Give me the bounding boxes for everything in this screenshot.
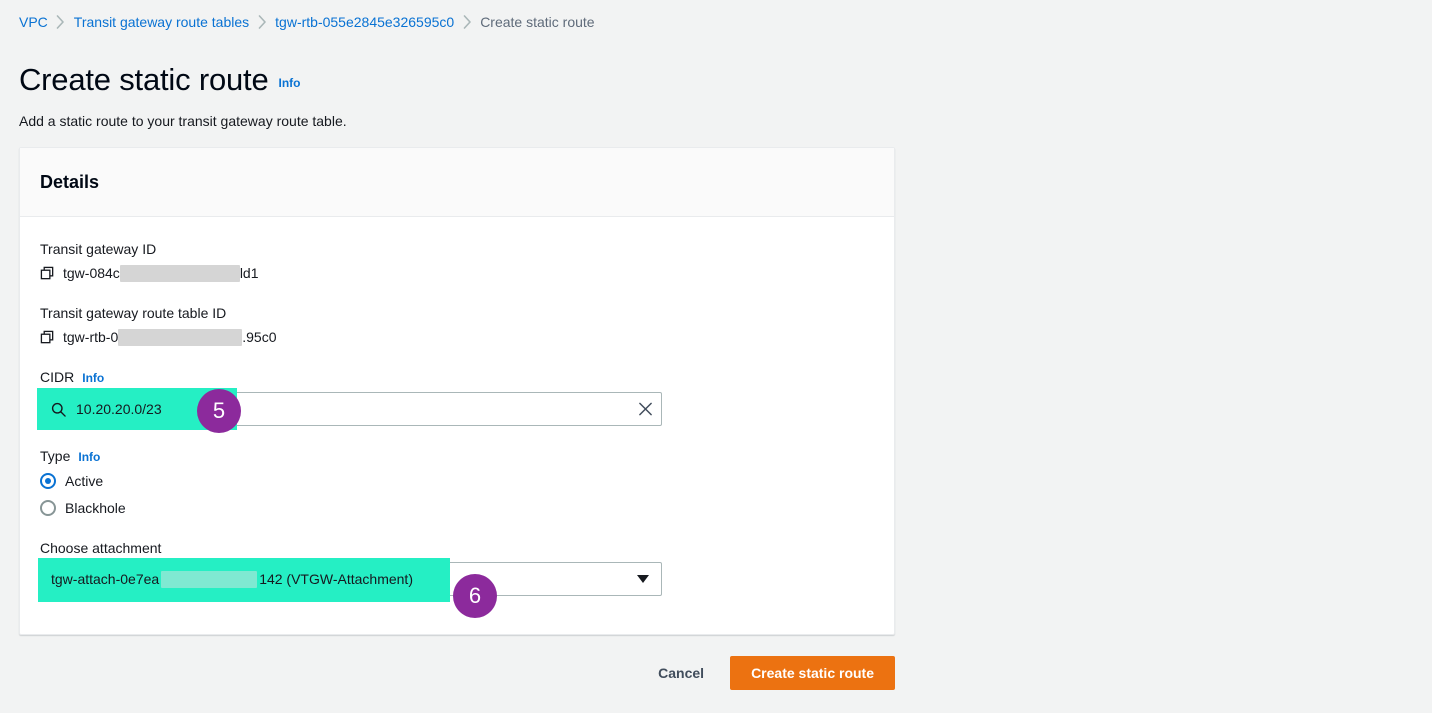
page-title: Create static route: [19, 62, 269, 97]
create-static-route-button[interactable]: Create static route: [730, 656, 895, 690]
attachment-value-prefix: tgw-attach-0e7ea: [51, 571, 160, 587]
field-cidr: CIDR Info 10.20.20.0/23: [37, 367, 874, 430]
step-badge-5: 5: [197, 389, 241, 433]
cidr-input-wrapper: 10.20.20.0/23: [37, 388, 662, 430]
attachment-label: Choose attachment: [40, 540, 162, 556]
copy-icon[interactable]: [40, 266, 55, 281]
transit-gateway-id-prefix: tgw-084c: [63, 265, 120, 281]
route-table-id-suffix: .95c0: [242, 329, 277, 345]
transit-gateway-id-label: Transit gateway ID: [40, 241, 157, 257]
cidr-label: CIDR: [40, 369, 75, 385]
radio-option-active[interactable]: Active: [40, 471, 874, 491]
chevron-right-icon: [48, 15, 74, 29]
route-table-id-value: tgw-rtb-0 .95c0: [63, 327, 276, 347]
redacted-block: [119, 264, 240, 282]
cidr-label-row: CIDR Info: [40, 367, 874, 388]
cancel-button[interactable]: Cancel: [654, 657, 708, 689]
search-icon: [51, 402, 66, 417]
details-card: Details Transit gateway ID tgw-084c ld1 …: [19, 147, 895, 635]
chevron-down-icon[interactable]: [637, 575, 649, 583]
breadcrumb-item-current: Create static route: [480, 14, 595, 30]
page-subtitle: Add a static route to your transit gatew…: [19, 113, 347, 129]
route-table-id-value-row: tgw-rtb-0 .95c0: [40, 327, 874, 347]
type-label: Type: [40, 448, 71, 464]
breadcrumb-item-vpc[interactable]: VPC: [19, 12, 48, 32]
radio-option-blackhole[interactable]: Blackhole: [40, 498, 874, 518]
route-table-id-prefix: tgw-rtb-0: [63, 329, 119, 345]
chevron-right-icon: [249, 15, 275, 29]
transit-gateway-id-value: tgw-084c ld1: [63, 263, 259, 283]
attachment-value-suffix: 142 (VTGW-Attachment): [259, 571, 413, 587]
step-badge-6: 6: [453, 574, 497, 618]
cidr-info-link[interactable]: Info: [82, 368, 104, 388]
radio-button-blackhole[interactable]: [40, 500, 56, 516]
transit-gateway-id-value-row: tgw-084c ld1: [40, 263, 874, 283]
details-card-body: Transit gateway ID tgw-084c ld1 Transit …: [20, 217, 894, 602]
page-title-row: Create static route Info: [19, 60, 300, 100]
radio-button-active[interactable]: [40, 473, 56, 489]
cidr-input-value: 10.20.20.0/23: [76, 401, 162, 417]
breadcrumb: VPC Transit gateway route tables tgw-rtb…: [19, 12, 595, 32]
breadcrumb-item-route-table-id[interactable]: tgw-rtb-055e2845e326595c0: [275, 12, 454, 32]
close-icon[interactable]: [638, 402, 653, 417]
breadcrumb-item-transit-gateway-route-tables[interactable]: Transit gateway route tables: [74, 12, 249, 32]
radio-label-blackhole: Blackhole: [65, 500, 126, 516]
redacted-block: [118, 328, 243, 346]
details-card-title: Details: [40, 172, 100, 192]
page-info-link[interactable]: Info: [278, 76, 300, 90]
field-transit-gateway-id: Transit gateway ID tgw-084c ld1: [40, 239, 874, 283]
transit-gateway-id-suffix: ld1: [239, 265, 259, 281]
route-table-id-label: Transit gateway route table ID: [40, 305, 227, 321]
details-card-header: Details: [20, 148, 894, 217]
chevron-right-icon: [454, 15, 480, 29]
create-static-route-page: VPC Transit gateway route tables tgw-rtb…: [0, 0, 1432, 713]
copy-icon[interactable]: [40, 330, 55, 345]
attachment-select-wrapper: tgw-attach-0e7ea 142 (VTGW-Attachment): [38, 558, 662, 602]
field-type: Type Info Active Blackhole: [40, 446, 874, 518]
field-transit-gateway-route-table-id: Transit gateway route table ID tgw-rtb-0…: [40, 303, 874, 347]
radio-label-active: Active: [65, 473, 104, 489]
attachment-select-value: tgw-attach-0e7ea 142 (VTGW-Attachment): [51, 570, 413, 588]
type-info-link[interactable]: Info: [78, 447, 100, 467]
redacted-block: [161, 570, 258, 588]
form-actions: Cancel Create static route: [19, 656, 895, 690]
type-label-row: Type Info: [40, 446, 874, 467]
